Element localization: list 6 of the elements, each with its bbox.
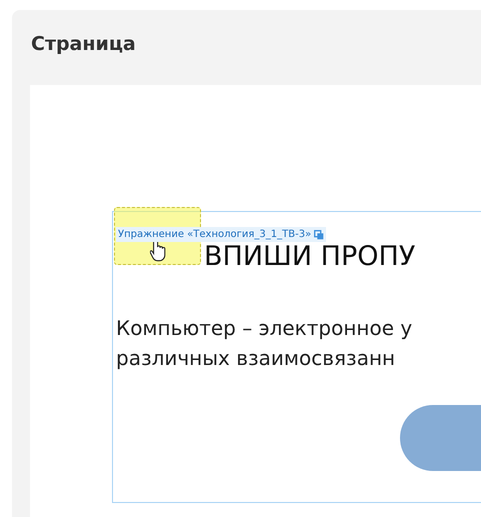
exercise-heading: ВПИШИ ПРОПУ [204, 241, 416, 274]
submit-button[interactable] [400, 405, 481, 472]
copy-icon[interactable] [314, 230, 324, 240]
page-title: Страница [30, 32, 137, 57]
paragraph-line: Компьютер – электронное у [116, 315, 412, 342]
paragraph-line: различных взаимосвязанн [116, 345, 396, 372]
